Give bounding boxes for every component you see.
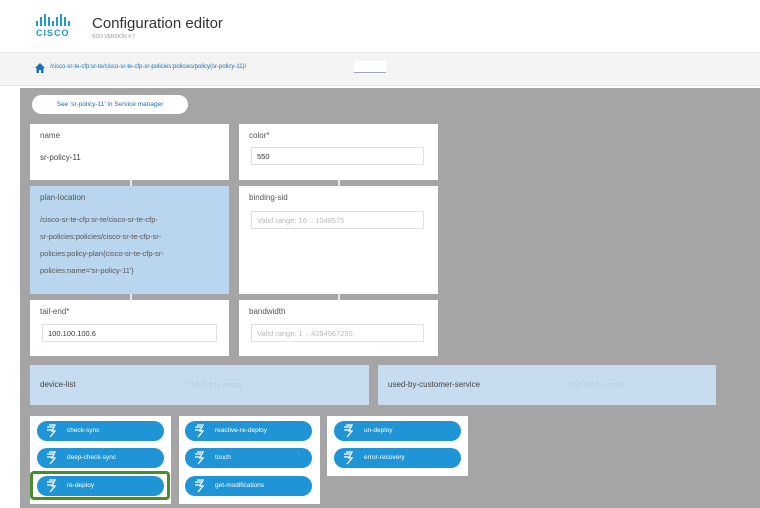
re-deploy-highlight (30, 471, 170, 500)
list-label: used-by-customer-service (388, 380, 481, 389)
field-value: sr-policy-11 (40, 153, 81, 162)
field-label: tail-end* (40, 307, 70, 316)
run-action-icon (47, 451, 57, 465)
path-input[interactable] (354, 61, 386, 73)
version-label: NSO VERSION 4.7 (92, 34, 136, 40)
un-deploy-button[interactable]: un-deploy (334, 421, 461, 441)
check-sync-button[interactable]: check-sync (37, 421, 164, 441)
deep-check-sync-button[interactable]: deep-check-sync (37, 448, 164, 468)
button-label: touch (215, 454, 231, 461)
field-value: /cisco-sr-te-cfp:sr-te/cisco-sr-te-cfp- … (40, 215, 164, 275)
error-recovery-button[interactable]: error-recovery (334, 448, 461, 468)
used-by-customer-service-list[interactable]: used-by-customer-service This list is em… (378, 365, 716, 405)
button-label: get-modifications (215, 482, 265, 489)
run-action-icon (344, 424, 354, 438)
button-label: reactive-re-deploy (215, 427, 268, 434)
field-name: name sr-policy-11 (30, 124, 229, 180)
field-binding-sid: binding-sid Valid range: 16 .. 1048575 (239, 186, 438, 294)
app-header: CISCO Configuration editor NSO VERSION 4… (0, 0, 760, 50)
reactive-re-deploy-button[interactable]: reactive-re-deploy (185, 421, 312, 441)
empty-message: This list is empty (187, 380, 243, 389)
binding-sid-input[interactable]: Valid range: 16 .. 1048575 (251, 211, 424, 229)
page-title: Configuration editor (92, 15, 223, 32)
list-label: device-list (40, 380, 76, 389)
cisco-logo: CISCO (36, 14, 72, 40)
home-icon[interactable] (34, 62, 46, 74)
field-label: binding-sid (249, 193, 288, 202)
button-label: un-deploy (364, 427, 393, 434)
bandwidth-input[interactable]: Valid range: 1 .. 4294967295 (251, 324, 424, 342)
button-label: error-recovery (364, 454, 405, 461)
device-list[interactable]: device-list This list is empty (30, 365, 369, 405)
breadcrumb: /cisco-sr-te-cfp:sr-te/cisco-sr-te-cfp-s… (0, 52, 760, 86)
field-plan-location[interactable]: plan-location /cisco-sr-te-cfp:sr-te/cis… (30, 186, 229, 294)
button-label: check-sync (67, 427, 100, 434)
run-action-icon (195, 451, 205, 465)
button-label: deep-check-sync (67, 454, 117, 461)
get-modifications-button[interactable]: get-modifications (185, 476, 312, 496)
run-action-icon (195, 424, 205, 438)
field-label: color* (249, 131, 270, 140)
service-manager-link[interactable]: See 'sr-policy-11' in Service manager (32, 95, 188, 114)
field-label: name (40, 131, 61, 140)
touch-button[interactable]: touch (185, 448, 312, 468)
field-label: bandwidth (249, 307, 286, 316)
color-input[interactable]: 550 (251, 147, 424, 165)
run-action-icon (344, 451, 354, 465)
field-tail-end: tail-end* 100.100.100.6 (30, 300, 229, 356)
field-label: plan-location (40, 193, 86, 202)
breadcrumb-path[interactable]: /cisco-sr-te-cfp:sr-te/cisco-sr-te-cfp-s… (50, 64, 246, 70)
field-color: color* 550 (239, 124, 438, 180)
empty-message: This list is empty (568, 380, 624, 389)
field-bandwidth: bandwidth Valid range: 1 .. 4294967295 (239, 300, 438, 356)
tail-end-input[interactable]: 100.100.100.6 (42, 324, 217, 342)
run-action-icon (47, 424, 57, 438)
run-action-icon (195, 479, 205, 493)
